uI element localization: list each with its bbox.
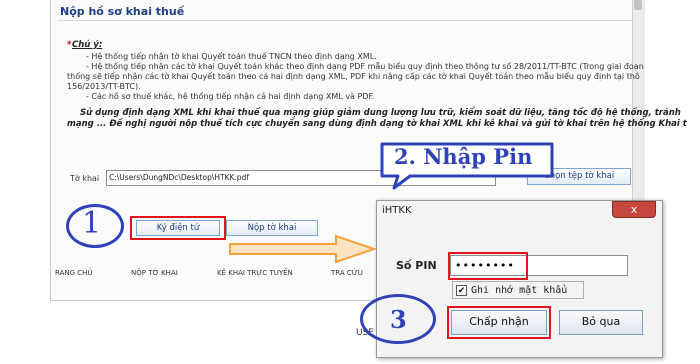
dialog-title: iHTKK <box>382 205 412 216</box>
note-line: thống sẽ tiếp nhận các tờ khai Quyết toá… <box>67 72 640 81</box>
accept-highlight <box>447 306 551 339</box>
file-label: Tờ khai <box>70 174 100 183</box>
note-line: - Các hồ sơ thuế khác, hệ thống tiếp nhậ… <box>86 92 375 101</box>
pin-label: Số PIN <box>396 259 437 272</box>
close-button[interactable]: x <box>612 201 656 218</box>
nav-submit[interactable]: NỘP TỜ KHAI <box>131 269 178 277</box>
nav-lookup[interactable]: TRA CỨU <box>331 269 363 277</box>
remember-label: Ghi nhớ mật khẩu <box>471 285 568 296</box>
step2-label: 2. Nhập Pin <box>394 144 533 169</box>
page-title: Nộp hồ sơ khai thuế <box>60 5 185 18</box>
nav-online-declaration[interactable]: KÊ KHAI TRỰC TUYẾN <box>217 269 293 277</box>
pin-highlight <box>448 252 528 280</box>
step1-number: 1 <box>82 206 102 241</box>
advice-text: mạng ... Đề nghị người nộp thuế tích cực… <box>67 119 687 129</box>
sign-highlight <box>130 216 226 240</box>
nav-home[interactable]: RANG CHỦ <box>55 269 93 277</box>
advice-text: Sử dụng định dạng XML khi khai thuế qua … <box>80 108 681 118</box>
checkmark-icon: ✔ <box>457 286 466 296</box>
remember-checkbox[interactable]: ✔ <box>456 285 467 296</box>
cancel-button[interactable]: Bỏ qua <box>559 310 643 335</box>
section-header: Nộp hồ sơ khai thuế <box>58 2 632 21</box>
close-icon: x <box>630 203 638 216</box>
note-title: Chú ý: <box>72 40 103 50</box>
arrow-right-icon <box>229 234 378 264</box>
step3-number: 3 <box>390 305 407 334</box>
required-star: * <box>67 40 72 50</box>
note-line: 156/2013/TT-BTC). <box>67 82 141 91</box>
note-line: - Hệ thống tiếp nhận các tờ khai Quyết t… <box>86 62 644 71</box>
scrollbar-thumb[interactable] <box>634 0 642 10</box>
note-line: - Hệ thống tiếp nhận tờ khai Quyết toán … <box>86 52 377 61</box>
